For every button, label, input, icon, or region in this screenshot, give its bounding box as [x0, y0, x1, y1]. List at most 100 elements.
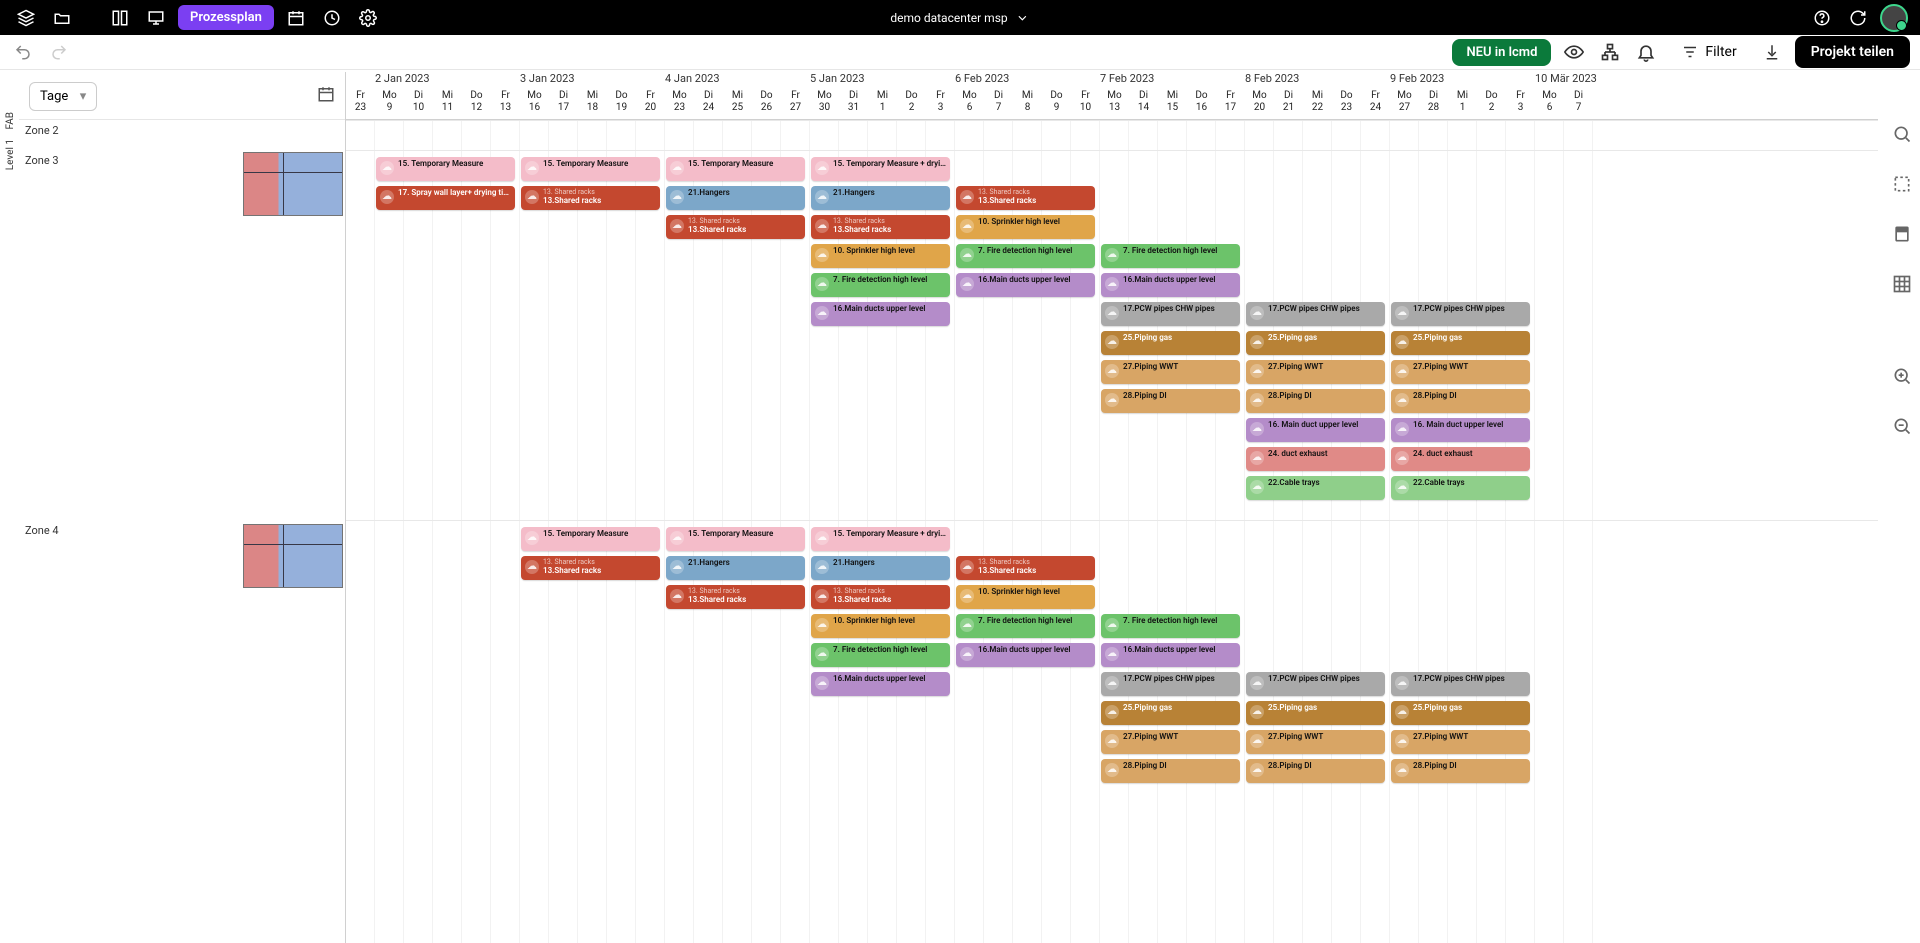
gantt-task[interactable]: 28.Piping DI	[1246, 389, 1385, 413]
gantt-task[interactable]: 25.Piping gas	[1391, 701, 1530, 725]
gantt-task[interactable]: 15. Temporary Measure + drying	[811, 157, 950, 181]
gantt-task[interactable]: 7. Fire detection high level	[956, 614, 1095, 638]
gantt-task[interactable]: 27.Piping WWT	[1101, 730, 1240, 754]
redo-button[interactable]	[46, 39, 72, 65]
gantt-task[interactable]: 25.Piping gas	[1246, 701, 1385, 725]
gantt-task[interactable]: 7. Fire detection high level	[811, 643, 950, 667]
zoom-in-icon[interactable]	[1888, 362, 1916, 390]
gantt-task[interactable]: 13. Shared racks13.Shared racks	[811, 585, 950, 609]
gantt-task[interactable]: 17.PCW pipes CHW pipes	[1101, 672, 1240, 696]
presentation-icon[interactable]	[142, 4, 170, 32]
view-granularity-select[interactable]: Tage	[29, 82, 97, 111]
gantt-body[interactable]: 15. Temporary Measure15. Temporary Measu…	[346, 120, 1878, 943]
gantt-task[interactable]: 16.Main ducts upper level	[811, 672, 950, 696]
gantt-task[interactable]: 17.PCW pipes CHW pipes	[1101, 302, 1240, 326]
gantt-task[interactable]: 16.Main ducts upper level	[1101, 273, 1240, 297]
gantt-task[interactable]: 15. Temporary Measure	[521, 527, 660, 551]
search-icon[interactable]	[1888, 120, 1916, 148]
gantt-task[interactable]: 16.Main ducts upper level	[956, 273, 1095, 297]
selection-icon[interactable]	[1888, 170, 1916, 198]
stack-icon[interactable]	[12, 4, 40, 32]
gantt-task[interactable]: 22.Cable trays	[1391, 476, 1530, 500]
gantt-task[interactable]: 7. Fire detection high level	[956, 244, 1095, 268]
project-title-dropdown[interactable]: demo datacenter msp	[890, 11, 1029, 25]
grid-icon[interactable]	[1888, 270, 1916, 298]
share-project-button[interactable]: Projekt teilen	[1795, 36, 1910, 68]
zone-label[interactable]: Zone 2	[19, 120, 59, 137]
gantt-task[interactable]: 16. Main duct upper level	[1391, 418, 1530, 442]
gantt-task[interactable]: 13. Shared racks13.Shared racks	[666, 585, 805, 609]
gantt-task[interactable]: 15. Temporary Measure	[521, 157, 660, 181]
gantt-task[interactable]: 28.Piping DI	[1391, 759, 1530, 783]
visibility-icon[interactable]	[1561, 39, 1587, 65]
gantt-task[interactable]: 25.Piping gas	[1391, 331, 1530, 355]
gantt-task[interactable]: 10. Sprinkler high level	[811, 244, 950, 268]
gantt-task[interactable]: 16.Main ducts upper level	[811, 302, 950, 326]
gantt-task[interactable]: 13. Shared racks13.Shared racks	[521, 556, 660, 580]
gantt-task[interactable]: 16.Main ducts upper level	[1101, 643, 1240, 667]
zone-label[interactable]: Zone 3	[19, 150, 59, 167]
gantt-task[interactable]: 27.Piping WWT	[1101, 360, 1240, 384]
gantt-task[interactable]: 13. Shared racks13.Shared racks	[811, 215, 950, 239]
help-icon[interactable]	[1808, 4, 1836, 32]
gantt-task[interactable]: 24. duct exhaust	[1246, 447, 1385, 471]
zoom-out-icon[interactable]	[1888, 412, 1916, 440]
gantt-task[interactable]: 13. Shared racks13.Shared racks	[666, 215, 805, 239]
gantt-task[interactable]: 28.Piping DI	[1101, 759, 1240, 783]
gantt-task[interactable]: 17.PCW pipes CHW pipes	[1246, 672, 1385, 696]
zone-thumbnail[interactable]	[243, 524, 343, 588]
download-icon[interactable]	[1759, 39, 1785, 65]
gantt-task[interactable]: 27.Piping WWT	[1246, 730, 1385, 754]
hierarchy-icon[interactable]	[1597, 39, 1623, 65]
folder-icon[interactable]	[48, 4, 76, 32]
gantt-task[interactable]: 17.PCW pipes CHW pipes	[1246, 302, 1385, 326]
gantt-task[interactable]: 13. Shared racks13.Shared racks	[956, 186, 1095, 210]
gantt-task[interactable]: 28.Piping DI	[1391, 389, 1530, 413]
neu-button[interactable]: NEU in lcmd	[1452, 39, 1551, 66]
undo-button[interactable]	[10, 39, 36, 65]
zone-label[interactable]: Zone 4	[19, 520, 59, 537]
refresh-icon[interactable]	[1844, 4, 1872, 32]
clock-icon[interactable]	[318, 4, 346, 32]
gantt-task[interactable]: 10. Sprinkler high level	[956, 215, 1095, 239]
gantt-task[interactable]: 27.Piping WWT	[1246, 360, 1385, 384]
gantt-task[interactable]: 21.Hangers	[811, 186, 950, 210]
gantt-task[interactable]: 17.PCW pipes CHW pipes	[1391, 672, 1530, 696]
layout-icon[interactable]	[106, 4, 134, 32]
gantt-task[interactable]: 22.Cable trays	[1246, 476, 1385, 500]
gantt-task[interactable]: 25.Piping gas	[1246, 331, 1385, 355]
gantt-task[interactable]: 24. duct exhaust	[1391, 447, 1530, 471]
gantt-task[interactable]: 15. Temporary Measure	[376, 157, 515, 181]
gantt-task[interactable]: 21.Hangers	[811, 556, 950, 580]
gantt-task[interactable]: 27.Piping WWT	[1391, 360, 1530, 384]
gantt-task[interactable]: 25.Piping gas	[1101, 331, 1240, 355]
gantt-task[interactable]: 25.Piping gas	[1101, 701, 1240, 725]
gantt-task[interactable]: 28.Piping DI	[1101, 389, 1240, 413]
gantt-task[interactable]: 10. Sprinkler high level	[956, 585, 1095, 609]
gantt-task[interactable]: 17. Spray wall layer+ drying time	[376, 186, 515, 210]
user-avatar[interactable]	[1880, 4, 1908, 32]
gantt-task[interactable]: 21.Hangers	[666, 556, 805, 580]
gantt-task[interactable]: 21.Hangers	[666, 186, 805, 210]
gantt-task[interactable]: 27.Piping WWT	[1391, 730, 1530, 754]
bell-icon[interactable]	[1633, 39, 1659, 65]
settings-icon[interactable]	[354, 4, 382, 32]
gantt-task[interactable]: 10. Sprinkler high level	[811, 614, 950, 638]
prozessplan-button[interactable]: Prozessplan	[178, 5, 274, 30]
gantt-task[interactable]: 15. Temporary Measure	[666, 157, 805, 181]
gantt-task[interactable]: 13. Shared racks13.Shared racks	[521, 186, 660, 210]
gantt-task[interactable]: 15. Temporary Measure + drying	[811, 527, 950, 551]
gantt-task[interactable]: 28.Piping DI	[1246, 759, 1385, 783]
filter-button[interactable]: Filter	[1669, 37, 1748, 67]
gantt-task[interactable]: 7. Fire detection high level	[1101, 244, 1240, 268]
gantt-task[interactable]: 7. Fire detection high level	[811, 273, 950, 297]
calendar-icon[interactable]	[282, 4, 310, 32]
gantt-task[interactable]: 16. Main duct upper level	[1246, 418, 1385, 442]
gantt-task[interactable]: 17.PCW pipes CHW pipes	[1391, 302, 1530, 326]
gantt-task[interactable]: 7. Fire detection high level	[1101, 614, 1240, 638]
panel-icon[interactable]	[1888, 220, 1916, 248]
date-picker-icon[interactable]	[317, 85, 335, 103]
gantt-task[interactable]: 15. Temporary Measure	[666, 527, 805, 551]
gantt-chart[interactable]: 2 Jan 20233 Jan 20234 Jan 20235 Jan 2023…	[346, 72, 1878, 943]
zone-thumbnail[interactable]	[243, 152, 343, 216]
